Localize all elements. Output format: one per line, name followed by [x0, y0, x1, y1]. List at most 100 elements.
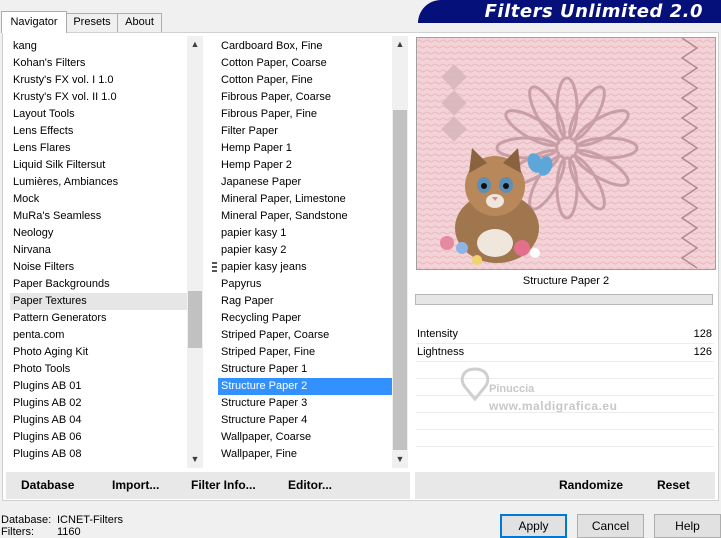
list-item[interactable]: Plugins AB 02	[10, 395, 187, 412]
list-item[interactable]: Neology	[10, 225, 187, 242]
filter-list[interactable]: Wallpaper, Fine Wallpaper, Coarse Structur…	[218, 36, 408, 468]
list-item[interactable]: Fibrous Paper, Coarse	[218, 89, 392, 106]
list-item[interactable]: Japanese Paper	[218, 174, 392, 191]
list-item[interactable]: Lens Flares	[10, 140, 187, 157]
param-divider	[416, 446, 714, 447]
scroll-thumb[interactable]	[188, 291, 202, 348]
param-toolbar: Randomize Reset	[415, 472, 715, 499]
list-item[interactable]: Structure Paper 3	[218, 395, 392, 412]
watermark-url: www.maldigrafica.eu	[489, 399, 618, 413]
list-item[interactable]: papier kasy jeans	[218, 259, 392, 276]
list-item[interactable]: Mineral Paper, Limestone	[218, 191, 392, 208]
category-scrollbar[interactable]: ▲ ▼	[187, 36, 203, 468]
import-button[interactable]: Import...	[112, 478, 159, 492]
list-item[interactable]: MuRa's Seamless	[10, 208, 187, 225]
filter-info-button[interactable]: Filter Info...	[191, 478, 256, 492]
database-status-label: Database:	[1, 514, 52, 526]
filters-count-status: Filters: 1160	[1, 526, 81, 538]
cancel-button[interactable]: Cancel	[577, 514, 644, 538]
list-item[interactable]: Hemp Paper 1	[218, 140, 392, 157]
list-item[interactable]: Lens Effects	[10, 123, 187, 140]
list-item[interactable]: Layout Tools	[10, 106, 187, 123]
list-item[interactable]: Lumières, Ambiances	[10, 174, 187, 191]
param-divider	[416, 343, 714, 344]
list-item[interactable]: Cotton Paper, Fine	[218, 72, 392, 89]
scroll-up-icon[interactable]: ▲	[187, 36, 203, 53]
tab-about[interactable]: About	[117, 13, 162, 32]
list-item[interactable]: papier kasy 1	[218, 225, 392, 242]
list-item[interactable]: Hemp Paper 2	[218, 157, 392, 174]
filters-count-value: 1160	[57, 526, 81, 538]
database-status: Database: ICNET-Filters	[1, 514, 123, 526]
tab-strip: Navigator Presets About Filters Unlimite…	[0, 0, 721, 33]
list-item[interactable]: Mineral Paper, Sandstone	[218, 208, 392, 225]
list-item[interactable]: Krusty's FX vol. II 1.0	[10, 89, 187, 106]
watermark-name: Pinuccia	[489, 383, 535, 395]
list-item[interactable]: Recycling Paper	[218, 310, 392, 327]
list-item[interactable]: Pattern Generators	[10, 310, 187, 327]
tab-navigator[interactable]: Navigator	[1, 11, 67, 33]
editor-button[interactable]: Editor...	[288, 478, 332, 492]
list-item[interactable]: Rag Paper	[218, 293, 392, 310]
list-item[interactable]: Structure Paper 2	[218, 378, 392, 395]
list-item[interactable]: Cardboard Box, Fine	[218, 38, 392, 55]
intensity-label: Intensity	[417, 328, 458, 340]
list-item[interactable]: Paper Textures	[10, 293, 187, 310]
filters-count-label: Filters:	[1, 526, 34, 538]
preview-filter-name: Structure Paper 2	[522, 275, 610, 287]
list-item[interactable]: Structure Paper 4	[218, 412, 392, 429]
scroll-down-icon[interactable]: ▼	[392, 451, 408, 468]
category-list[interactable]: Plugins AB 08 Plugins AB 06 Plugins AB 04 P…	[10, 36, 203, 468]
intensity-slider[interactable]: Intensity 128	[416, 326, 714, 343]
preview-image	[416, 37, 716, 270]
list-item[interactable]: Plugins AB 08	[10, 446, 187, 463]
database-button[interactable]: Database	[21, 478, 74, 492]
list-item[interactable]: Plugins AB 06	[10, 429, 187, 446]
list-item[interactable]: Liquid Silk Filtersut	[10, 157, 187, 174]
filter-scrollbar[interactable]: ▲ ▼	[392, 36, 408, 468]
help-button[interactable]: Help	[654, 514, 721, 538]
lightness-label: Lightness	[417, 346, 465, 358]
list-item[interactable]: Paper Backgrounds	[10, 276, 187, 293]
param-divider	[416, 429, 714, 430]
list-item[interactable]: Noise Filters	[10, 259, 187, 276]
progress-bar	[415, 294, 713, 305]
lightness-value: 126	[693, 346, 712, 358]
apply-button[interactable]: Apply	[500, 514, 567, 538]
tab-presets[interactable]: Presets	[66, 13, 118, 32]
list-item[interactable]: Plugins AB 01	[10, 378, 187, 395]
scroll-down-icon[interactable]: ▼	[187, 451, 203, 468]
list-item[interactable]: Striped Paper, Coarse	[218, 327, 392, 344]
list-item[interactable]: kang	[10, 38, 187, 55]
list-item[interactable]: Structure Paper 1	[218, 361, 392, 378]
reset-button[interactable]: Reset	[657, 478, 690, 492]
lightness-slider[interactable]: Lightness 126	[416, 344, 714, 361]
list-item[interactable]: Mock	[10, 191, 187, 208]
list-item[interactable]: Wallpaper, Coarse	[218, 429, 392, 446]
list-item[interactable]: Striped Paper, Fine	[218, 344, 392, 361]
list-item[interactable]: Nirvana	[10, 242, 187, 259]
list-item[interactable]: Papyrus	[218, 276, 392, 293]
banner-title: Filters Unlimited 2.0	[484, 1, 703, 22]
scroll-thumb[interactable]	[393, 110, 407, 450]
list-item[interactable]: Fibrous Paper, Fine	[218, 106, 392, 123]
title-banner: Filters Unlimited 2.0	[418, 0, 721, 23]
list-item[interactable]: Wallpaper, Fine	[218, 446, 392, 463]
watermark: Pinuccia www.maldigrafica.eu	[455, 365, 715, 415]
drag-grip-icon[interactable]	[212, 262, 217, 273]
list-item[interactable]: Plugins AB 04	[10, 412, 187, 429]
list-item[interactable]: Photo Tools	[10, 361, 187, 378]
database-status-value: ICNET-Filters	[57, 514, 123, 526]
scroll-up-icon[interactable]: ▲	[392, 36, 408, 53]
list-item[interactable]: penta.com	[10, 327, 187, 344]
list-item[interactable]: papier kasy 2	[218, 242, 392, 259]
list-item[interactable]: Kohan's Filters	[10, 55, 187, 72]
param-divider	[416, 361, 714, 362]
list-toolbar: Database Import... Filter Info... Editor…	[6, 472, 410, 499]
list-item[interactable]: Photo Aging Kit	[10, 344, 187, 361]
randomize-button[interactable]: Randomize	[559, 478, 623, 492]
list-item[interactable]: Cotton Paper, Coarse	[218, 55, 392, 72]
list-item[interactable]: Krusty's FX vol. I 1.0	[10, 72, 187, 89]
list-item[interactable]: Filter Paper	[218, 123, 392, 140]
intensity-value: 128	[693, 328, 712, 340]
